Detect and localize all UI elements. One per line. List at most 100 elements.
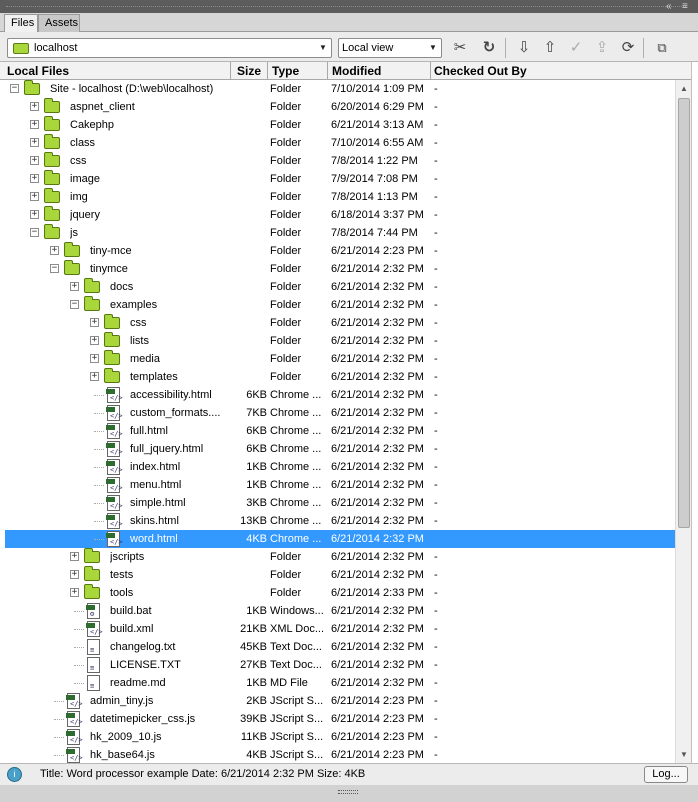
file-row[interactable]: ≡ changelog.txt 45KB Text Doc... 6/21/2014 2… [5, 638, 675, 656]
vertical-scrollbar[interactable]: ▲ ▼ [675, 80, 691, 763]
folder-row[interactable]: + Cakephp Folder 6/21/2014 3:13 AM - [5, 116, 675, 134]
file-row[interactable]: </> hk_base64.js 4KB JScript S... 6/21/2014 … [5, 746, 675, 763]
file-type: Folder [270, 299, 302, 311]
file-type: Chrome ... [270, 443, 322, 455]
folder-row[interactable]: − js Folder 7/8/2014 7:44 PM - [5, 224, 675, 242]
expand-icon[interactable]: + [30, 192, 39, 201]
folder-row[interactable]: + jquery Folder 6/18/2014 3:37 PM - [5, 206, 675, 224]
folder-row[interactable]: + tests Folder 6/21/2014 2:32 PM - [5, 566, 675, 584]
folder-row[interactable]: + css Folder 7/8/2014 1:22 PM - [5, 152, 675, 170]
check-in-icon[interactable]: ⇪ [592, 38, 612, 58]
file-glyph: </> [110, 520, 123, 528]
tree-guide [74, 647, 84, 648]
folder-row[interactable]: + img Folder 7/8/2014 1:13 PM - [5, 188, 675, 206]
expand-icon[interactable]: + [30, 174, 39, 183]
expand-icon[interactable]: + [90, 318, 99, 327]
file-row[interactable]: </> skins.html 13KB Chrome ... 6/21/2014 2:3… [5, 512, 675, 530]
panel-menu-icon[interactable]: ≡ [682, 0, 694, 13]
file-row[interactable]: </> build.xml 21KB XML Doc... 6/21/2014 2:32… [5, 620, 675, 638]
file-tree[interactable]: − Site - localhost (D:\web\localhost) Fold… [5, 80, 675, 763]
expand-icon[interactable]: + [70, 552, 79, 561]
file-row[interactable]: </> admin_tiny.js 2KB JScript S... 6/21/2014… [5, 692, 675, 710]
file-size: 11KB [240, 731, 267, 743]
file-checked-out-by: - [434, 173, 438, 185]
folder-row[interactable]: + docs Folder 6/21/2014 2:32 PM - [5, 278, 675, 296]
folder-row[interactable]: − Site - localhost (D:\web\localhost) Fold… [5, 80, 675, 98]
file-row[interactable]: </> full.html 6KB Chrome ... 6/21/2014 2:32 … [5, 422, 675, 440]
collapse-icon[interactable]: − [30, 228, 39, 237]
log-button[interactable]: Log... [644, 766, 688, 783]
file-name: skins.html [130, 515, 179, 527]
file-row[interactable]: </> word.html 4KB Chrome ... 6/21/2014 2:32 … [5, 530, 675, 548]
file-modified: 7/9/2014 7:08 PM [331, 173, 418, 185]
collapse-icon[interactable]: « [666, 0, 678, 13]
expand-icon[interactable]: ⧉ [652, 38, 672, 58]
synchronize-icon[interactable]: ⟳ [618, 38, 638, 58]
file-row[interactable]: </> full_jquery.html 6KB Chrome ... 6/21/201… [5, 440, 675, 458]
folder-row[interactable]: + jscripts Folder 6/21/2014 2:32 PM - [5, 548, 675, 566]
folder-row[interactable]: + aspnet_client Folder 6/20/2014 6:29 PM - [5, 98, 675, 116]
collapse-icon[interactable]: − [50, 264, 59, 273]
resize-grip[interactable] [0, 785, 698, 802]
folder-row[interactable]: − tinymce Folder 6/21/2014 2:32 PM - [5, 260, 675, 278]
folder-row[interactable]: + lists Folder 6/21/2014 2:32 PM - [5, 332, 675, 350]
expand-icon[interactable]: + [30, 120, 39, 129]
expand-icon[interactable]: + [30, 210, 39, 219]
file-glyph: </> [70, 700, 83, 708]
file-row[interactable]: </> datetimepicker_css.js 39KB JScript S...… [5, 710, 675, 728]
file-row[interactable]: </> index.html 1KB Chrome ... 6/21/2014 2:32… [5, 458, 675, 476]
folder-row[interactable]: + media Folder 6/21/2014 2:32 PM - [5, 350, 675, 368]
panel-grip[interactable] [6, 6, 686, 7]
check-out-icon[interactable]: ✓ [566, 38, 586, 58]
folder-row[interactable]: + tools Folder 6/21/2014 2:33 PM - [5, 584, 675, 602]
file-row[interactable]: </> accessibility.html 6KB Chrome ... 6/21/2… [5, 386, 675, 404]
col-modified[interactable]: Modified [328, 62, 431, 80]
folder-row[interactable]: + templates Folder 6/21/2014 2:32 PM - [5, 368, 675, 386]
expand-icon[interactable]: + [90, 336, 99, 345]
file-name: aspnet_client [70, 101, 135, 113]
panel-title-bar: « ≡ [0, 0, 698, 13]
expand-icon[interactable]: + [70, 588, 79, 597]
file-size: 4KB [246, 533, 267, 545]
file-row[interactable]: </> hk_2009_10.js 11KB JScript S... 6/21/201… [5, 728, 675, 746]
scroll-thumb[interactable] [678, 98, 690, 528]
col-checked-out-by[interactable]: Checked Out By [431, 62, 691, 80]
file-row[interactable]: </> menu.html 1KB Chrome ... 6/21/2014 2:32 … [5, 476, 675, 494]
refresh-icon[interactable]: ↻ [479, 38, 499, 58]
col-local-files[interactable]: Local Files [0, 62, 231, 80]
expand-icon[interactable]: + [70, 282, 79, 291]
site-dropdown[interactable]: localhost ▼ [7, 38, 332, 58]
file-row[interactable]: ⚙ build.bat 1KB Windows... 6/21/2014 2:32 PM… [5, 602, 675, 620]
expand-icon[interactable]: + [90, 372, 99, 381]
scroll-down-icon[interactable]: ▼ [676, 746, 692, 763]
col-type[interactable]: Type [268, 62, 328, 80]
folder-row[interactable]: + css Folder 6/21/2014 2:32 PM - [5, 314, 675, 332]
file-row[interactable]: ≡ LICENSE.TXT 27KB Text Doc... 6/21/2014 2:3… [5, 656, 675, 674]
folder-row[interactable]: − examples Folder 6/21/2014 2:32 PM - [5, 296, 675, 314]
col-size[interactable]: Size [231, 62, 268, 80]
file-name: hk_2009_10.js [90, 731, 162, 743]
file-glyph: </> [110, 502, 123, 510]
folder-row[interactable]: + class Folder 7/10/2014 6:55 AM - [5, 134, 675, 152]
put-icon[interactable]: ⇧ [540, 38, 560, 58]
expand-icon[interactable]: + [30, 156, 39, 165]
expand-icon[interactable]: + [30, 138, 39, 147]
expand-icon[interactable]: + [50, 246, 59, 255]
folder-row[interactable]: + image Folder 7/9/2014 7:08 PM - [5, 170, 675, 188]
expand-icon[interactable]: + [90, 354, 99, 363]
get-icon[interactable]: ⇩ [514, 38, 534, 58]
folder-icon [44, 116, 60, 131]
collapse-icon[interactable]: − [10, 84, 19, 93]
file-row[interactable]: </> custom_formats.... 7KB Chrome ... 6/21/2… [5, 404, 675, 422]
connect-icon[interactable]: ✂ [450, 38, 470, 58]
collapse-icon[interactable]: − [70, 300, 79, 309]
expand-icon[interactable]: + [70, 570, 79, 579]
folder-row[interactable]: + tiny-mce Folder 6/21/2014 2:23 PM - [5, 242, 675, 260]
tab-assets[interactable]: Assets [38, 14, 80, 32]
file-row[interactable]: ≡ readme.md 1KB MD File 6/21/2014 2:32 PM - [5, 674, 675, 692]
scroll-up-icon[interactable]: ▲ [676, 80, 692, 97]
view-dropdown[interactable]: Local view ▼ [338, 38, 442, 58]
tab-files[interactable]: Files [4, 14, 38, 32]
file-row[interactable]: </> simple.html 3KB Chrome ... 6/21/2014 2:3… [5, 494, 675, 512]
expand-icon[interactable]: + [30, 102, 39, 111]
